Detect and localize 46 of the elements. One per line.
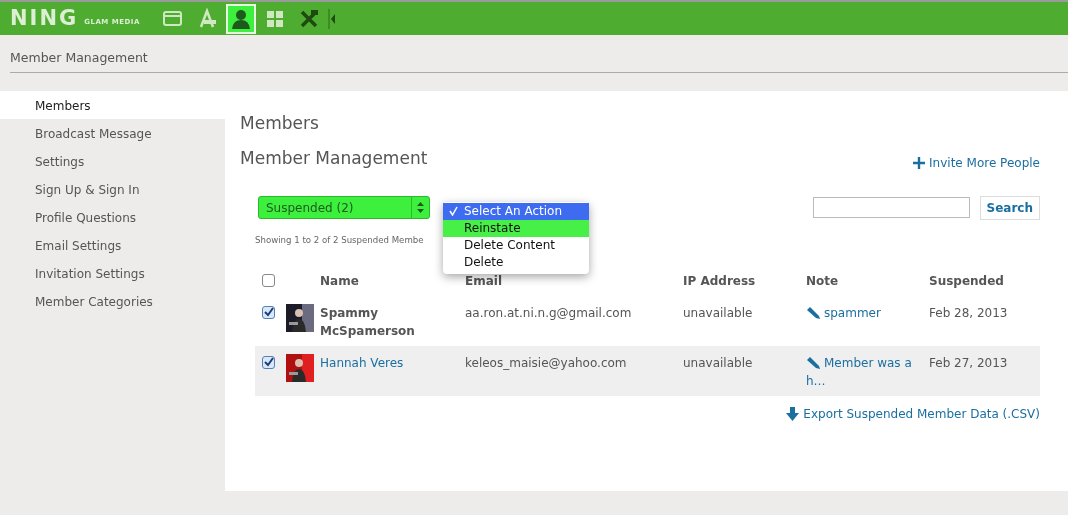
member-name[interactable]: Hannah Veres [320,345,465,396]
column-header: Email [465,272,504,290]
menu-item[interactable]: Delete [443,253,589,271]
table-cell-text: unavailable [683,354,754,372]
member-name[interactable]: Spammy McSpamerson [320,295,465,346]
sidebar-item[interactable]: Members [0,90,225,119]
toolbar-button[interactable] [225,3,256,34]
export-link[interactable]: Export Suspended Member Data (.CSV) [786,404,1040,423]
checkbox[interactable] [262,355,275,369]
note-link[interactable]: Member was a h… [806,353,919,390]
table-cell-text: Feb 28, 2013 [929,304,1009,322]
collapse-arrow-icon[interactable] [327,8,336,29]
table-cell-text: keleos_maisie@yahoo.com [465,354,628,372]
note-link[interactable]: spammer [806,303,919,322]
column-header: IP Address [683,272,757,290]
checkbox[interactable] [262,273,275,287]
menu-item[interactable]: Select An Action [443,202,589,220]
person-icon [229,7,252,30]
results-count: Showing 1 to 2 of 2 Suspended Membe [255,233,424,247]
search-field[interactable] [812,197,970,219]
filter-dropdown[interactable]: Suspended (2) [258,196,430,220]
table-cell-text: aa.ron.at.ni.n.g@gmail.com [465,304,633,322]
search-button[interactable]: Search [979,195,1040,220]
table-cell-text: Feb 27, 2013 [929,354,1009,372]
sidebar-item[interactable]: Member Categories [0,286,225,315]
sidebar-item[interactable]: Settings [0,146,225,175]
logo: NING [10,8,79,29]
column-header: Suspended [929,272,1005,290]
column-header: Name [320,272,360,290]
plus-icon [913,156,926,169]
pencil-icon [806,357,820,370]
pencil-icon [806,307,820,320]
invite-link[interactable]: Invite More People [913,153,1040,172]
column-header: Note [806,272,840,290]
table-cell-text: unavailable [683,304,754,322]
page-heading: Members [240,111,320,135]
sidebar-item[interactable]: Profile Questions [0,202,225,231]
menu-item[interactable]: Delete Content [443,236,589,254]
section-heading: Member Management [240,147,428,171]
checkbox[interactable] [262,305,275,319]
sidebar-item[interactable]: Sign Up & Sign In [0,174,225,203]
sidebar-item[interactable]: Invitation Settings [0,258,225,287]
download-arrow-icon [786,406,800,421]
sidebar-item[interactable]: Email Settings [0,230,225,259]
page-title: Member Management [10,35,1068,73]
sidebar-item[interactable]: Broadcast Message [0,118,225,147]
